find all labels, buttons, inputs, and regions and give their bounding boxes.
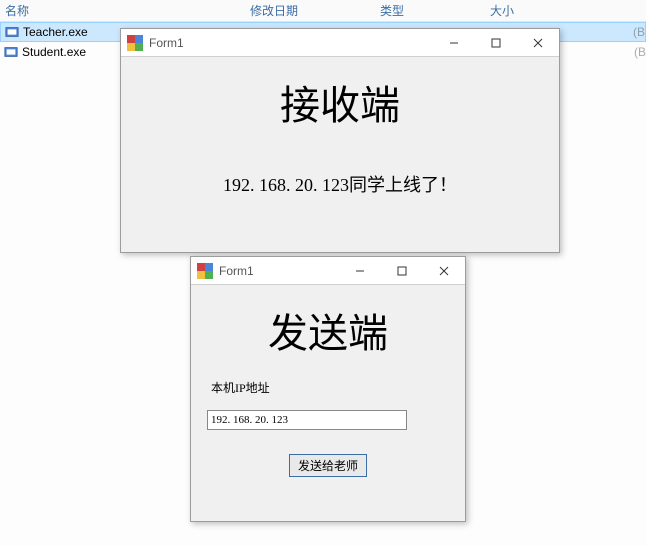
minimize-button[interactable] xyxy=(339,257,381,284)
ip-label: 本机IP地址 xyxy=(211,379,455,396)
col-size[interactable]: 大小 xyxy=(470,2,550,19)
maximize-button[interactable] xyxy=(475,29,517,56)
sender-window: Form1 发送端 本机IP地址 发送给老师 xyxy=(190,256,466,522)
file-name: Student.exe xyxy=(22,45,86,59)
col-type[interactable]: 类型 xyxy=(360,2,470,19)
window-title: Form1 xyxy=(149,36,433,50)
explorer-column-header: 名称 修改日期 类型 大小 xyxy=(0,0,646,22)
ip-input[interactable] xyxy=(207,410,407,430)
minimize-button[interactable] xyxy=(433,29,475,56)
file-name: Teacher.exe xyxy=(23,25,88,39)
form-icon xyxy=(197,263,213,279)
titlebar[interactable]: Form1 xyxy=(191,257,465,285)
window-title: Form1 xyxy=(219,264,339,278)
form-icon xyxy=(127,35,143,51)
close-button[interactable] xyxy=(423,257,465,284)
exe-icon xyxy=(5,25,19,39)
titlebar[interactable]: Form1 xyxy=(121,29,559,57)
col-name[interactable]: 名称 xyxy=(0,2,230,19)
receiver-window: Form1 接收端 192. 168. 20. 123同学上线了！ xyxy=(120,28,560,253)
file-size-hint: (B xyxy=(613,25,645,39)
sender-heading: 发送端 xyxy=(201,301,455,359)
status-message: 192. 168. 20. 123同学上线了！ xyxy=(131,171,549,197)
send-button[interactable]: 发送给老师 xyxy=(289,454,367,477)
exe-icon xyxy=(4,45,18,59)
close-button[interactable] xyxy=(517,29,559,56)
file-size-hint: (B xyxy=(614,45,646,59)
receiver-heading: 接收端 xyxy=(131,73,549,131)
col-date[interactable]: 修改日期 xyxy=(230,2,360,19)
maximize-button[interactable] xyxy=(381,257,423,284)
